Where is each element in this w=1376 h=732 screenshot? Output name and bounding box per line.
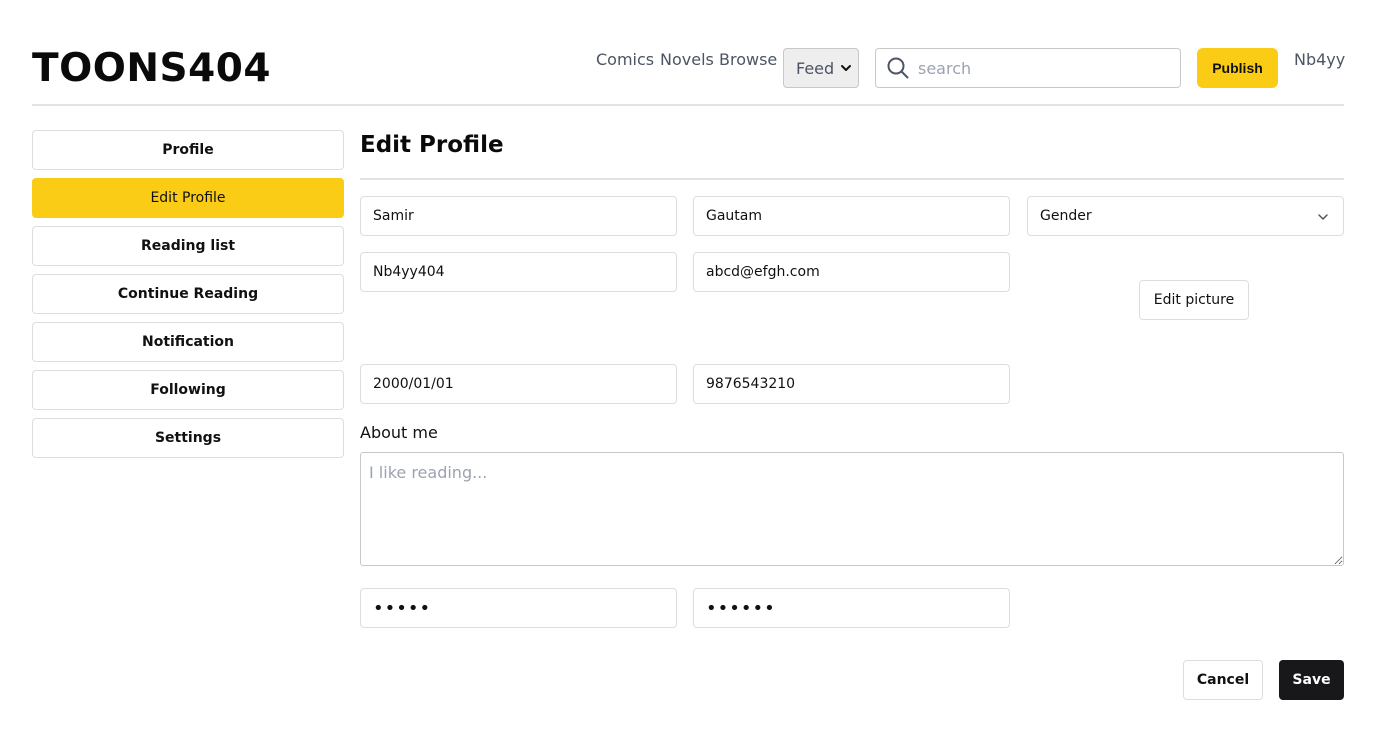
gender-select-value: Gender	[1040, 208, 1092, 224]
save-button[interactable]: Save	[1279, 660, 1344, 700]
phone-field[interactable]: 9876543210	[693, 364, 1010, 404]
email-value: abcd@efgh.com	[706, 264, 820, 280]
title-divider	[360, 178, 1344, 180]
page-title: Edit Profile	[360, 132, 504, 158]
cancel-button[interactable]: Cancel	[1183, 660, 1263, 700]
about-me-label: About me	[360, 423, 438, 442]
user-menu-link[interactable]: Nb4yy	[1294, 50, 1345, 69]
birthdate-field[interactable]: 2000/01/01	[360, 364, 677, 404]
first-name-field[interactable]: Samir	[360, 196, 677, 236]
first-name-value: Samir	[373, 208, 414, 224]
nav-link-comics[interactable]: Comics	[596, 50, 654, 69]
feed-select-value: Feed	[796, 58, 835, 78]
chevron-down-icon	[1318, 214, 1328, 220]
password-field[interactable]: •••••	[360, 588, 677, 628]
last-name-value: Gautam	[706, 208, 763, 224]
search-box[interactable]	[875, 48, 1181, 88]
sidebar-item-profile[interactable]: Profile	[32, 130, 344, 170]
confirm-password-field[interactable]: ••••••	[693, 588, 1010, 628]
gender-select[interactable]: Gender	[1027, 196, 1344, 236]
publish-button[interactable]: Publish	[1197, 48, 1278, 88]
header-divider	[32, 104, 1344, 106]
chevron-down-icon	[841, 65, 851, 71]
birthdate-value: 2000/01/01	[373, 376, 454, 392]
nav-link-novels[interactable]: Novels	[660, 50, 714, 69]
feed-select[interactable]: Feed	[783, 48, 859, 88]
sidebar-item-reading-list[interactable]: Reading list	[32, 226, 344, 266]
username-value: Nb4yy404	[373, 264, 445, 280]
sidebar-item-settings[interactable]: Settings	[32, 418, 344, 458]
phone-value: 9876543210	[706, 376, 796, 392]
edit-picture-button[interactable]: Edit picture	[1139, 280, 1249, 320]
nav-link-browse[interactable]: Browse	[719, 50, 777, 69]
site-logo[interactable]: TOONS404	[32, 46, 271, 91]
last-name-field[interactable]: Gautam	[693, 196, 1010, 236]
search-input[interactable]	[918, 58, 1158, 78]
about-me-textarea[interactable]	[360, 452, 1344, 566]
email-field[interactable]: abcd@efgh.com	[693, 252, 1010, 292]
confirm-password-value: ••••••	[706, 597, 776, 619]
search-icon	[887, 57, 909, 79]
sidebar-item-following[interactable]: Following	[32, 370, 344, 410]
sidebar-item-edit-profile[interactable]: Edit Profile	[32, 178, 344, 218]
sidebar-item-notification[interactable]: Notification	[32, 322, 344, 362]
sidebar-item-continue-reading[interactable]: Continue Reading	[32, 274, 344, 314]
username-field[interactable]: Nb4yy404	[360, 252, 677, 292]
password-value: •••••	[373, 597, 432, 619]
